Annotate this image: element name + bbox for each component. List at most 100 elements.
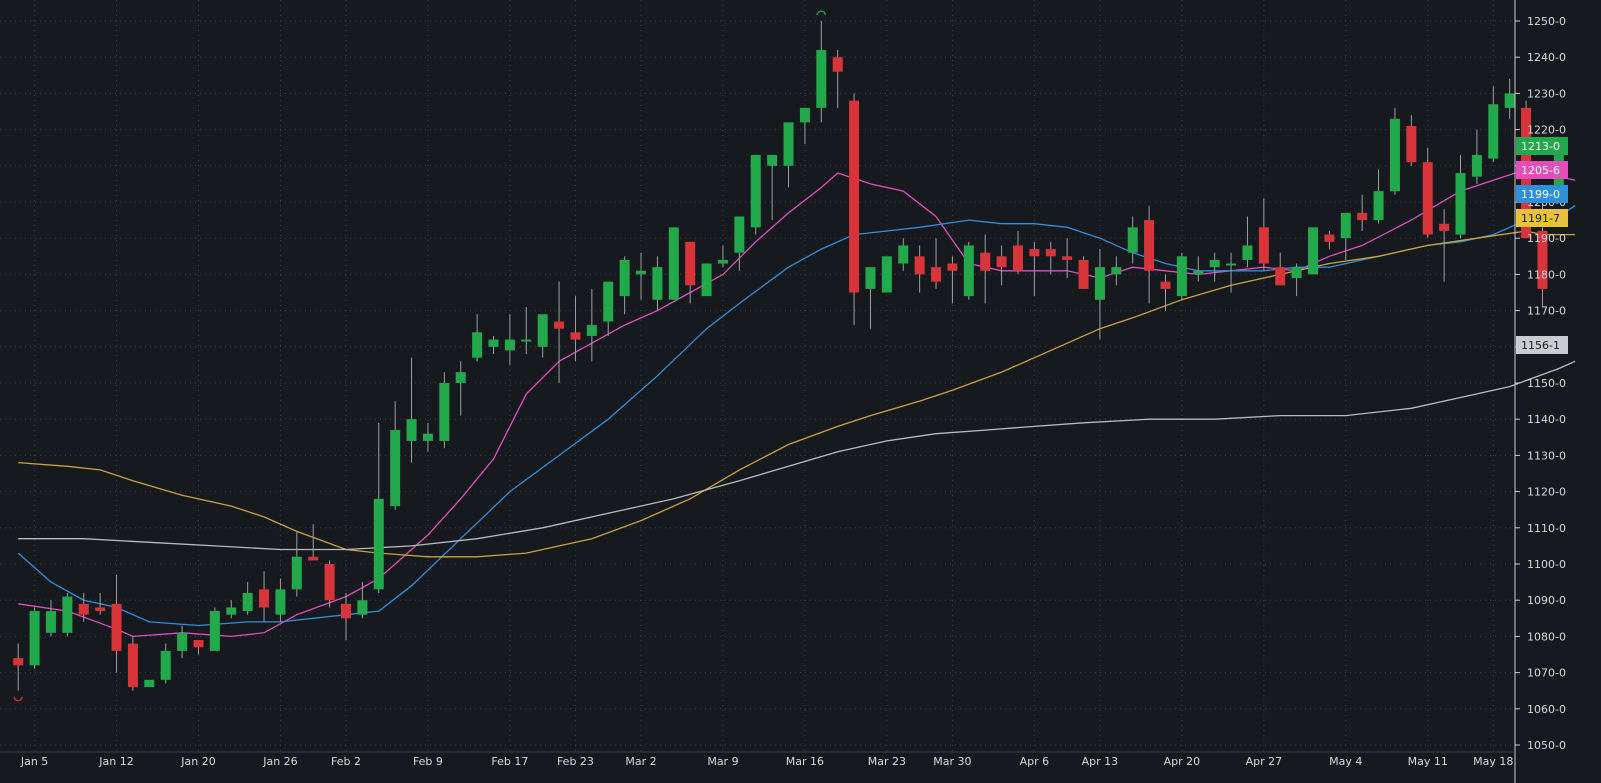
- candle-body-down: [1406, 125, 1417, 163]
- x-tick-label: Jan 20: [180, 755, 215, 768]
- y-tick-label: 1240-0: [1527, 51, 1566, 64]
- candle-body-up: [767, 154, 778, 166]
- candle-body-up: [1094, 267, 1105, 300]
- candle-body-down: [1324, 234, 1335, 242]
- candle-body-down: [1160, 281, 1171, 289]
- candle-body-up: [406, 419, 417, 441]
- candle-body-up: [816, 49, 827, 108]
- candle-body-up: [1373, 191, 1384, 221]
- candle-body-up: [1291, 267, 1302, 279]
- candle-body-down: [1078, 259, 1089, 289]
- candle-body-up: [963, 245, 974, 297]
- candle-body-up: [45, 611, 56, 633]
- candle-body-up: [275, 589, 286, 615]
- candle-body-down: [685, 241, 696, 286]
- candle-body-up: [242, 592, 253, 612]
- candle-body-up: [865, 267, 876, 289]
- candle-body-up: [160, 650, 171, 680]
- price-tag-label: 1199-0: [1521, 188, 1560, 201]
- candle-body-up: [1111, 267, 1122, 275]
- y-tick-label: 1070-0: [1527, 667, 1566, 680]
- price-tag: 1191-7: [1516, 209, 1568, 227]
- x-tick-label: Apr 27: [1246, 755, 1283, 768]
- candle-body-down: [1062, 256, 1073, 260]
- candle-body-up: [488, 339, 499, 347]
- candle-body-down: [832, 57, 843, 72]
- y-tick-label: 1090-0: [1527, 594, 1566, 607]
- x-tick-label: May 18: [1473, 755, 1513, 768]
- x-tick-label: May 4: [1329, 755, 1362, 768]
- candle-body-down: [570, 332, 581, 340]
- y-tick-label: 1130-0: [1527, 449, 1566, 462]
- candle-body-up: [799, 107, 810, 123]
- y-tick-label: 1230-0: [1527, 87, 1566, 100]
- y-tick-label: 1080-0: [1527, 630, 1566, 643]
- candle-body-up: [472, 332, 483, 358]
- candle-body-down: [78, 603, 89, 615]
- candle-body-up: [62, 596, 73, 633]
- candle-body-up: [881, 256, 892, 293]
- candle-body-down: [1258, 227, 1269, 264]
- candlestick-chart: 1250-01240-01230-01220-01210-01200-01190…: [0, 0, 1601, 783]
- candle-body-down: [95, 607, 106, 612]
- x-tick-label: Mar 2: [625, 755, 656, 768]
- candle-body-down: [849, 100, 860, 293]
- x-tick-label: May 11: [1408, 755, 1448, 768]
- candle-body-up: [537, 314, 548, 347]
- candle-body-up: [1226, 263, 1237, 266]
- x-tick-label: Mar 23: [868, 755, 906, 768]
- candle-body-down: [1144, 220, 1155, 271]
- candle-body-up: [603, 281, 614, 322]
- candle-body-up: [455, 372, 466, 383]
- y-tick-label: 1060-0: [1527, 703, 1566, 716]
- candle-body-up: [1455, 173, 1466, 235]
- candle-body-up: [1308, 227, 1319, 275]
- candle-body-up: [668, 227, 679, 300]
- x-tick-label: Apr 20: [1164, 755, 1201, 768]
- candle-body-up: [1471, 154, 1482, 177]
- candle-body-down: [324, 564, 335, 601]
- x-tick-label: Mar 16: [786, 755, 824, 768]
- candle-body-up: [144, 679, 155, 688]
- candle-body-up: [1127, 227, 1138, 253]
- candle-body-up: [701, 263, 712, 297]
- candle-body-down: [1275, 267, 1286, 286]
- price-tag: 1199-0: [1516, 185, 1568, 203]
- price-tag-label: 1156-1: [1521, 339, 1560, 352]
- x-tick-label: Apr 6: [1020, 755, 1050, 768]
- candle-body-up: [652, 267, 663, 300]
- y-tick-label: 1170-0: [1527, 305, 1566, 318]
- price-tag: 1205-6: [1516, 161, 1568, 179]
- candle-body-up: [439, 383, 450, 441]
- candle-body-up: [1242, 245, 1253, 260]
- x-tick-label: Feb 23: [557, 755, 594, 768]
- candle-body-up: [1488, 104, 1499, 159]
- candle-body-down: [1012, 245, 1023, 271]
- candle-body-down: [259, 589, 270, 608]
- y-tick-label: 1220-0: [1527, 124, 1566, 137]
- candle-body-up: [586, 325, 597, 336]
- price-tag: 1213-0: [1516, 137, 1568, 155]
- candle-body-up: [717, 259, 728, 264]
- y-tick-label: 1110-0: [1527, 522, 1566, 535]
- x-tick-label: Mar 9: [707, 755, 738, 768]
- candle-body-down: [947, 263, 958, 271]
- candle-body-up: [226, 607, 237, 615]
- candle-body-down: [127, 643, 138, 688]
- x-tick-label: Jan 26: [262, 755, 297, 768]
- y-tick-label: 1140-0: [1527, 413, 1566, 426]
- y-tick-label: 1180-0: [1527, 268, 1566, 281]
- candle-body-down: [1439, 223, 1450, 231]
- candle-body-down: [1045, 249, 1056, 257]
- x-tick-label: Feb 2: [331, 755, 361, 768]
- candle-body-up: [357, 600, 368, 615]
- candle-body-up: [636, 270, 647, 275]
- candle-body-up: [1340, 212, 1351, 239]
- price-tag-label: 1205-6: [1521, 164, 1560, 177]
- candle-body-up: [1176, 256, 1187, 297]
- candle-body-up: [750, 154, 761, 228]
- candle-body-down: [980, 252, 991, 271]
- candle-body-up: [291, 556, 302, 590]
- candle-body-down: [13, 658, 24, 666]
- candle-body-down: [193, 640, 204, 648]
